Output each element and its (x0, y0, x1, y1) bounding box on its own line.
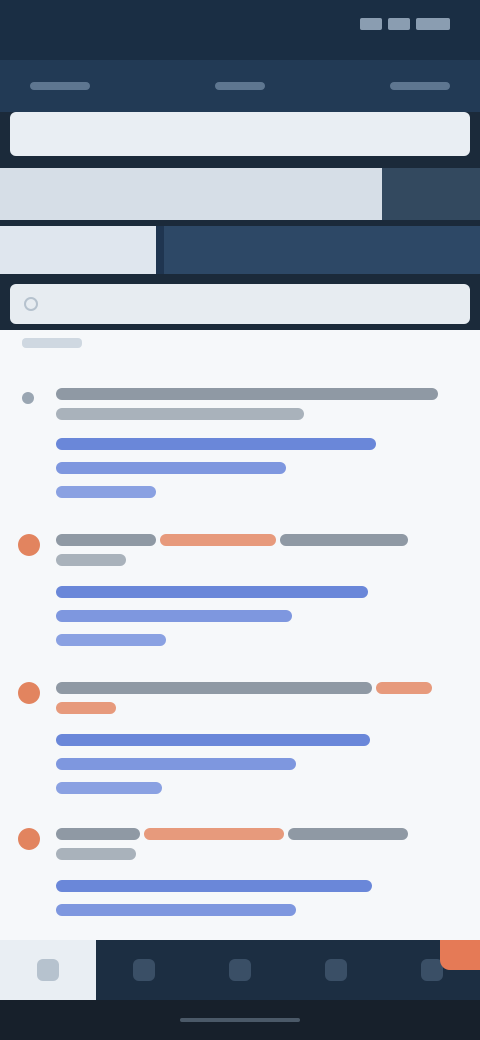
results-count (22, 338, 82, 348)
wifi-icon (388, 18, 410, 30)
item-title (56, 534, 156, 546)
item-highlight (160, 534, 276, 546)
signal-icon (360, 18, 382, 30)
item-title-line-2 (56, 408, 304, 420)
bottom-nav (0, 940, 480, 1000)
item-title (56, 682, 372, 694)
app-bar-tab-2[interactable] (215, 82, 265, 90)
nav-grid[interactable] (192, 940, 288, 1000)
item-marker-icon (18, 828, 40, 850)
status-icons (354, 18, 450, 32)
grid-icon (229, 959, 251, 981)
item-link[interactable] (56, 734, 370, 746)
item-link-line-3 (56, 782, 162, 794)
list-item[interactable] (0, 820, 480, 950)
header-bar (10, 112, 470, 156)
nav-home[interactable] (0, 940, 96, 1000)
list-item[interactable] (0, 674, 480, 804)
item-link-line-2 (56, 610, 292, 622)
home-indicator[interactable] (180, 1018, 300, 1022)
item-link[interactable] (56, 438, 376, 450)
item-title (56, 388, 438, 400)
app-bar-tab-1[interactable] (30, 82, 90, 90)
item-title-line-2 (56, 848, 136, 860)
item-link-line-2 (56, 758, 296, 770)
nav-list[interactable] (96, 940, 192, 1000)
page-title (32, 124, 432, 144)
item-highlight-line-2 (56, 702, 116, 714)
nav-notifications[interactable] (288, 940, 384, 1000)
tab-row (0, 226, 480, 274)
list-item[interactable] (0, 526, 480, 656)
status-bar (0, 0, 480, 60)
item-marker-icon (18, 534, 40, 556)
results-list (0, 330, 480, 940)
item-link-line-3 (56, 486, 156, 498)
filter-button[interactable] (382, 168, 480, 220)
item-title-line-2 (56, 554, 126, 566)
search-field[interactable] (10, 284, 470, 324)
home-icon (37, 959, 59, 981)
item-highlight (144, 828, 284, 840)
filter-dropdown[interactable] (0, 168, 382, 220)
item-title-tail (280, 534, 408, 546)
tab-active[interactable] (0, 226, 156, 274)
app-bar-tab-3[interactable] (390, 82, 450, 90)
tab-secondary[interactable] (164, 226, 480, 274)
item-highlight (376, 682, 432, 694)
status-time (36, 14, 132, 36)
item-link-line-2 (56, 904, 296, 916)
item-marker-icon (18, 682, 40, 704)
list-icon (133, 959, 155, 981)
item-marker-icon (22, 392, 34, 404)
filter-row (0, 168, 480, 220)
search-input[interactable] (48, 295, 456, 313)
item-title-tail (288, 828, 408, 840)
list-item[interactable] (0, 380, 480, 510)
item-link[interactable] (56, 586, 368, 598)
action-button[interactable] (440, 940, 480, 970)
battery-icon (416, 18, 450, 30)
item-title (56, 828, 140, 840)
item-link[interactable] (56, 880, 372, 892)
bell-icon (325, 959, 347, 981)
item-link-line-3 (56, 634, 166, 646)
system-home-bar (0, 1000, 480, 1040)
item-link-line-2 (56, 462, 286, 474)
search-icon (24, 297, 38, 311)
app-bar (0, 60, 480, 112)
